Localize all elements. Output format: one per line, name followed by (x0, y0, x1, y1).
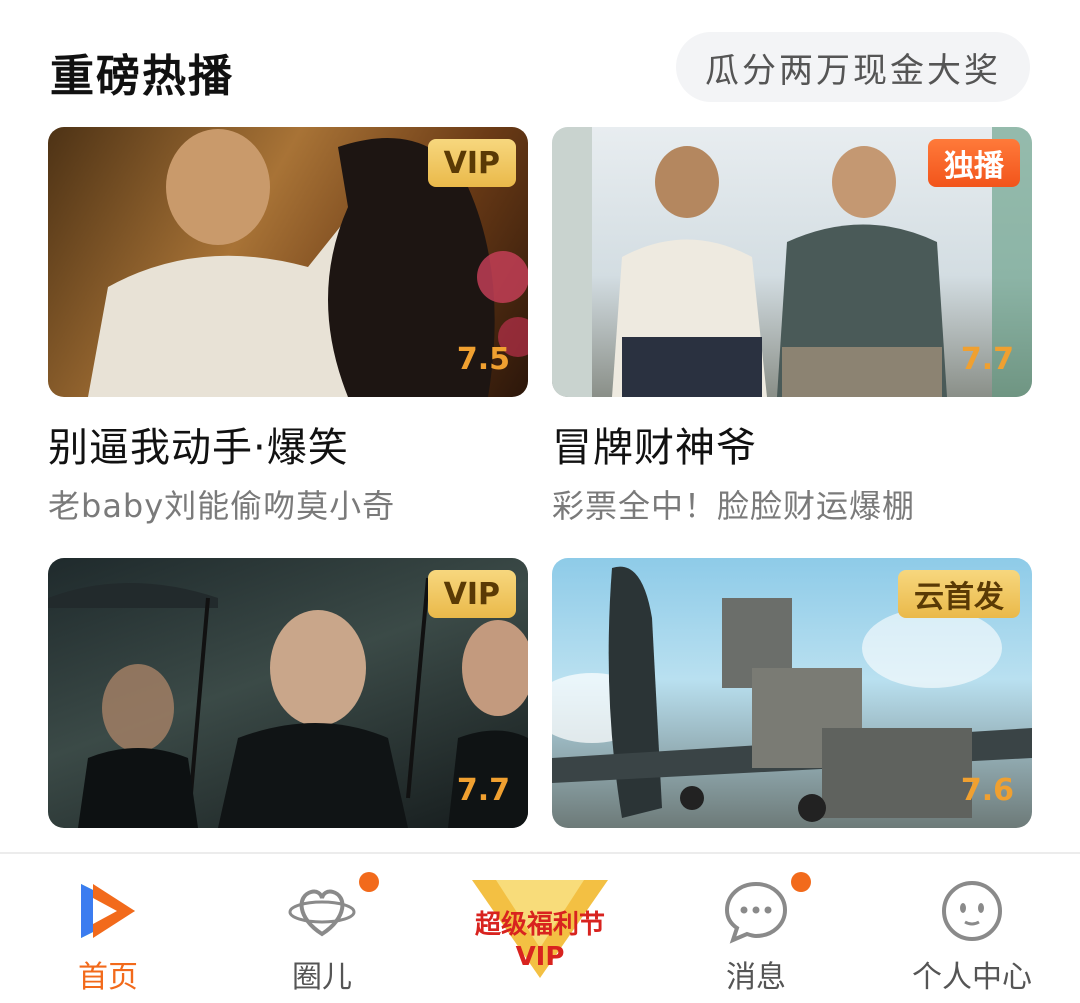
bottom-nav: 首页 圈儿 超级福利节 VIP 消息 个人中心 (0, 854, 1080, 1003)
video-title[interactable]: 别逼我动手·爆笑 (48, 415, 528, 473)
video-thumbnail[interactable]: 独播 7.7 (552, 127, 1032, 397)
video-card[interactable]: VIP 7.5 别逼我动手·爆笑 老baby刘能偷吻莫小奇 (48, 127, 528, 527)
rating-score: 7.6 (960, 773, 1014, 808)
home-page: 重磅热播 瓜分两万现金大奖 VIP 7.5 别逼我动手·爆笑 老baby刘能偷吻… (0, 0, 1080, 1003)
cloud-premiere-badge: 云首发 (898, 570, 1020, 618)
video-card[interactable]: VIP 7.7 (48, 558, 528, 828)
exclusive-badge: 独播 (928, 139, 1020, 187)
chat-bubble-icon (721, 872, 811, 946)
vip-festival-sub: VIP (515, 942, 565, 972)
nav-profile[interactable]: 个人中心 (872, 854, 1072, 1003)
video-thumbnail[interactable]: 云首发 7.6 (552, 558, 1032, 828)
smiley-face-icon (937, 876, 1007, 946)
nav-home-label: 首页 (78, 960, 138, 995)
video-subtitle: 老baby刘能偷吻莫小奇 (48, 487, 396, 525)
video-subtitle: 彩票全中！脸脸财运爆棚 (552, 487, 916, 525)
promo-button[interactable]: 瓜分两万现金大奖 (676, 32, 1030, 102)
notification-dot (359, 872, 379, 892)
rating-score: 7.7 (456, 773, 510, 808)
video-thumbnail[interactable]: VIP 7.7 (48, 558, 528, 828)
heart-planet-icon (287, 872, 379, 946)
home-play-icon (73, 876, 143, 946)
video-title[interactable]: 冒牌财神爷 (552, 415, 1032, 473)
nav-messages-label: 消息 (726, 960, 786, 995)
vip-badge: VIP (427, 139, 516, 187)
nav-circle-label: 圈儿 (292, 960, 352, 995)
section-title: 重磅热播 (50, 51, 234, 102)
rating-score: 7.5 (456, 342, 510, 377)
nav-messages[interactable]: 消息 (656, 854, 856, 1003)
video-card[interactable]: 云首发 7.6 (552, 558, 1032, 828)
nav-circle[interactable]: 圈儿 (222, 854, 422, 1003)
vip-festival-label: 超级福利节 (474, 910, 605, 940)
nav-profile-label: 个人中心 (912, 960, 1032, 995)
video-thumbnail[interactable]: VIP 7.5 (48, 127, 528, 397)
video-card[interactable]: 独播 7.7 冒牌财神爷 彩票全中！脸脸财运爆棚 (552, 127, 1032, 527)
vip-festival-button[interactable]: 超级福利节 VIP (460, 874, 620, 984)
vip-badge: VIP (427, 570, 516, 618)
nav-home[interactable]: 首页 (8, 854, 208, 1003)
rating-score: 7.7 (960, 342, 1014, 377)
notification-dot (791, 872, 811, 892)
